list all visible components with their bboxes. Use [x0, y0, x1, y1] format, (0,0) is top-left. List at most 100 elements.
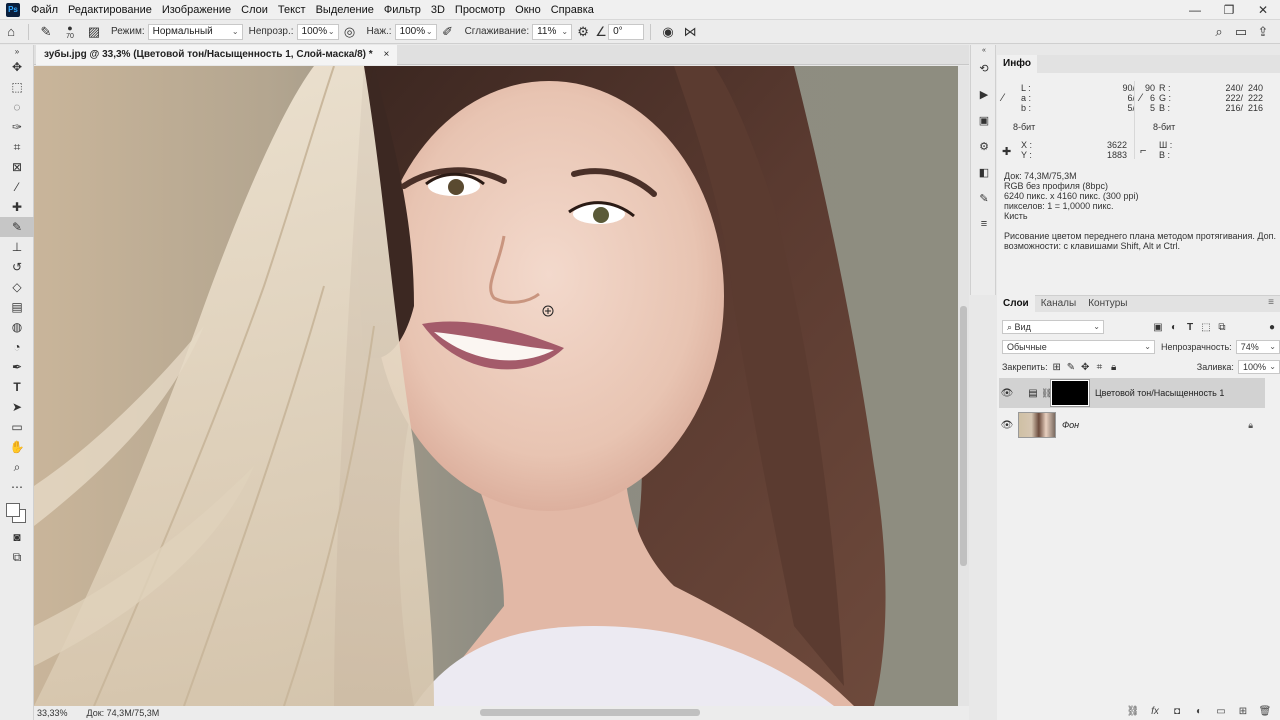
- brush-tool-preset-icon[interactable]: ✎: [35, 21, 57, 43]
- link-chain-icon[interactable]: ⛓︎: [1041, 388, 1052, 399]
- menu-select[interactable]: Выделение: [311, 0, 379, 20]
- tab-info[interactable]: Инфо: [997, 55, 1037, 73]
- layer-opacity-field[interactable]: 74% ⌄: [1235, 340, 1280, 354]
- new-adjustment-layer-icon[interactable]: ◐: [1188, 706, 1210, 717]
- airbrush-icon[interactable]: ✐: [437, 21, 459, 43]
- filter-shape-icon[interactable]: ⬚: [1198, 320, 1214, 334]
- tab-channels[interactable]: Каналы: [1035, 295, 1083, 313]
- quick-mask-icon[interactable]: ◙: [0, 527, 34, 547]
- symmetry-butterfly-icon[interactable]: ⋈: [679, 21, 701, 43]
- collapse-panels-icon[interactable]: «: [971, 45, 997, 55]
- new-layer-icon[interactable]: ⊞: [1232, 706, 1254, 717]
- minimize-button[interactable]: —: [1178, 0, 1212, 20]
- eyedropper-tool-icon[interactable]: ⁄: [0, 177, 34, 197]
- color-swatches[interactable]: [0, 497, 34, 527]
- menu-3d[interactable]: 3D: [426, 0, 450, 20]
- tab-layers[interactable]: Слои: [997, 295, 1035, 313]
- canvas[interactable]: [34, 66, 958, 706]
- menu-view[interactable]: Просмотр: [450, 0, 510, 20]
- menu-window[interactable]: Окно: [510, 0, 546, 20]
- move-tool-icon[interactable]: ✥: [0, 57, 34, 77]
- path-selection-tool-icon[interactable]: ➤: [0, 397, 34, 417]
- edit-toolbar-icon[interactable]: ⋯: [0, 477, 34, 497]
- menu-file[interactable]: Файл: [26, 0, 63, 20]
- scroll-thumb[interactable]: [960, 306, 967, 566]
- filter-type-icon[interactable]: T: [1182, 320, 1198, 334]
- eraser-tool-icon[interactable]: ◇: [0, 277, 34, 297]
- filter-toggle-icon[interactable]: ●: [1264, 320, 1280, 334]
- new-group-folder-icon[interactable]: ▭: [1210, 706, 1232, 717]
- type-tool-icon[interactable]: T: [0, 377, 34, 397]
- home-icon[interactable]: ⌂: [0, 21, 22, 43]
- pressure-field[interactable]: 100% ⌄: [394, 23, 437, 40]
- smoothing-field[interactable]: 11% ⌄: [532, 23, 573, 40]
- layer-row-hue-saturation[interactable]: 👁︎ ▤ ⛓︎ Цветовой тон/Насыщенность 1: [999, 378, 1265, 408]
- menu-layers[interactable]: Слои: [236, 0, 273, 20]
- adjustments-icon[interactable]: ◧: [971, 159, 997, 185]
- link-layers-icon[interactable]: ⛓︎: [1122, 706, 1144, 717]
- libraries-icon[interactable]: ▣: [971, 107, 997, 133]
- mode-select[interactable]: Нормальный ⌄: [147, 23, 243, 40]
- marquee-tool-icon[interactable]: ⬚: [0, 77, 34, 97]
- layer-filter-select[interactable]: ⌕ Вид ⌄: [1002, 320, 1104, 334]
- dodge-tool-icon[interactable]: ◔: [0, 337, 34, 357]
- delete-layer-trash-icon[interactable]: 🗑︎: [1254, 706, 1276, 717]
- actions-play-icon[interactable]: ▶: [971, 81, 997, 107]
- brush-settings-icon[interactable]: ✎: [971, 185, 997, 211]
- brush-tool-icon[interactable]: ✎: [0, 217, 34, 237]
- tab-paths[interactable]: Контуры: [1082, 295, 1133, 313]
- screen-mode-icon[interactable]: ⧉: [0, 547, 34, 567]
- menu-filter[interactable]: Фильтр: [379, 0, 426, 20]
- lock-transparent-icon[interactable]: ⊞: [1050, 360, 1064, 374]
- layer-style-fx-icon[interactable]: fx: [1144, 706, 1166, 717]
- hand-tool-icon[interactable]: ✋: [0, 437, 34, 457]
- properties-icon[interactable]: ⚙: [971, 133, 997, 159]
- layer-row-background[interactable]: 👁︎ Фон 🔒︎: [999, 410, 1265, 440]
- maximize-button[interactable]: ❐: [1212, 0, 1246, 20]
- brush-size-picker[interactable]: ● 70: [57, 21, 83, 43]
- close-window-button[interactable]: ✕: [1246, 0, 1280, 20]
- menu-edit[interactable]: Редактирование: [63, 0, 157, 20]
- gradient-tool-icon[interactable]: ▤: [0, 297, 34, 317]
- share-icon[interactable]: ⇪: [1252, 22, 1274, 42]
- lock-all-icon[interactable]: 🔒︎: [1107, 360, 1121, 374]
- menu-type[interactable]: Текст: [273, 0, 311, 20]
- blend-mode-select[interactable]: Обычные ⌄: [1002, 340, 1155, 354]
- panel-menu-icon[interactable]: ≡: [1268, 297, 1274, 308]
- menu-help[interactable]: Справка: [546, 0, 599, 20]
- fill-field[interactable]: 100% ⌄: [1237, 360, 1280, 374]
- filter-pixel-icon[interactable]: ▣: [1150, 320, 1166, 334]
- lock-paint-icon[interactable]: ✎: [1064, 360, 1078, 374]
- toolbar-collapse-icon[interactable]: »: [0, 45, 34, 57]
- lock-artboard-icon[interactable]: ⌗: [1092, 360, 1106, 374]
- crop-tool-icon[interactable]: ⌗: [0, 137, 34, 157]
- frame-tool-icon[interactable]: ⊠: [0, 157, 34, 177]
- vertical-scrollbar[interactable]: [958, 66, 969, 706]
- foreground-color-swatch[interactable]: [6, 503, 20, 517]
- search-icon[interactable]: ⌕: [1208, 22, 1230, 42]
- smoothing-settings-gear-icon[interactable]: ⚙: [572, 21, 594, 43]
- zoom-tool-icon[interactable]: ⌕: [0, 457, 34, 477]
- filter-adjustment-icon[interactable]: ◐: [1166, 320, 1182, 334]
- opacity-field[interactable]: 100% ⌄: [296, 23, 339, 40]
- rectangle-tool-icon[interactable]: ▭: [0, 417, 34, 437]
- add-mask-icon[interactable]: ◘: [1166, 706, 1188, 717]
- close-tab-icon[interactable]: ×: [383, 49, 389, 60]
- healing-brush-tool-icon[interactable]: ✚: [0, 197, 34, 217]
- quick-selection-tool-icon[interactable]: ✑: [0, 117, 34, 137]
- document-tab[interactable]: зубы.jpg @ 33,3% (Цветовой тон/Насыщенно…: [36, 45, 398, 65]
- character-settings-icon[interactable]: ≡: [971, 211, 997, 237]
- zoom-level[interactable]: 33,33%: [34, 706, 68, 720]
- history-panel-icon[interactable]: ⟲: [971, 55, 997, 81]
- horizontal-scroll-thumb[interactable]: [480, 709, 700, 716]
- pressure-opacity-icon[interactable]: ◎: [339, 21, 361, 43]
- filter-smart-object-icon[interactable]: ⧉: [1214, 320, 1230, 334]
- pressure-size-icon[interactable]: ◉: [657, 21, 679, 43]
- pen-tool-icon[interactable]: ✒: [0, 357, 34, 377]
- lock-position-icon[interactable]: ✥: [1078, 360, 1092, 374]
- menu-image[interactable]: Изображение: [157, 0, 236, 20]
- blur-tool-icon[interactable]: ◍: [0, 317, 34, 337]
- layer-mask-thumbnail[interactable]: [1050, 379, 1090, 407]
- brush-settings-icon[interactable]: ▨: [83, 21, 105, 43]
- workspace-icon[interactable]: ▭: [1230, 22, 1252, 42]
